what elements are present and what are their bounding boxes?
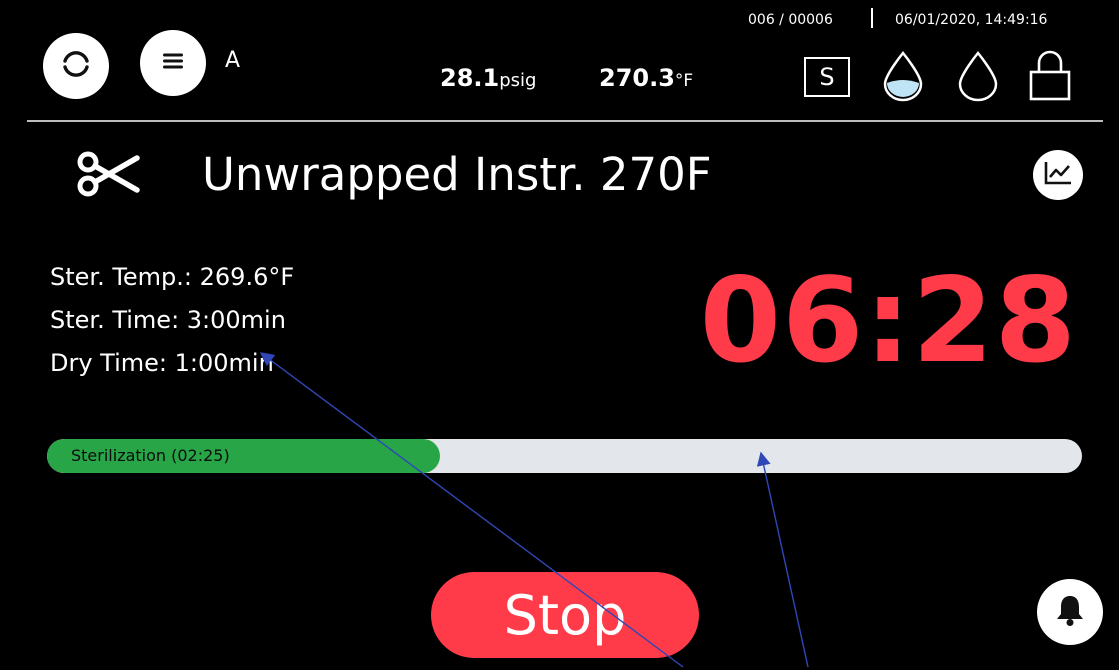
water-drop-filled-icon [880, 50, 926, 106]
countdown-timer: 06:28 [699, 252, 1077, 389]
header-divider [27, 120, 1103, 122]
alarm-button[interactable] [1037, 579, 1103, 645]
progress-bar: Sterilization (02:25) [47, 439, 1082, 473]
menu-button[interactable] [140, 30, 206, 96]
stop-button-label: Stop [503, 583, 627, 647]
stop-button[interactable]: Stop [431, 572, 699, 658]
progress-label: Sterilization (02:25) [71, 446, 230, 465]
ster-time-text: Ster. Time: 3:00min [50, 306, 286, 334]
header-separator [871, 8, 873, 28]
cycle-counter: 006 / 00006 [748, 12, 833, 28]
menu-icon [161, 49, 185, 77]
scissors-icon [75, 150, 141, 202]
temperature-value: 270.3 [599, 64, 675, 92]
temperature-unit: °F [674, 71, 694, 91]
temperature-reading: 270.3°F [599, 64, 693, 92]
datetime: 06/01/2020, 14:49:16 [895, 12, 1048, 28]
line-chart-icon [1043, 160, 1073, 190]
pressure-reading: 28.1psig [440, 64, 536, 92]
pressure-value: 28.1 [440, 64, 500, 92]
bell-icon [1054, 593, 1086, 631]
dry-time-text: Dry Time: 1:00min [50, 349, 274, 377]
ster-temp-text: Ster. Temp.: 269.6°F [50, 263, 295, 291]
status-s-label: S [819, 63, 835, 91]
refresh-button[interactable] [43, 33, 109, 99]
chart-button[interactable] [1033, 150, 1083, 200]
user-label: A [225, 48, 241, 73]
program-title: Unwrapped Instr. 270F [202, 148, 712, 201]
lock-icon[interactable] [1027, 48, 1073, 106]
status-s-box[interactable]: S [804, 57, 850, 97]
pressure-unit: psig [499, 70, 537, 91]
refresh-icon [56, 44, 96, 88]
annotation-arrow-progress [756, 451, 809, 668]
water-drop-empty-icon [956, 50, 1000, 106]
